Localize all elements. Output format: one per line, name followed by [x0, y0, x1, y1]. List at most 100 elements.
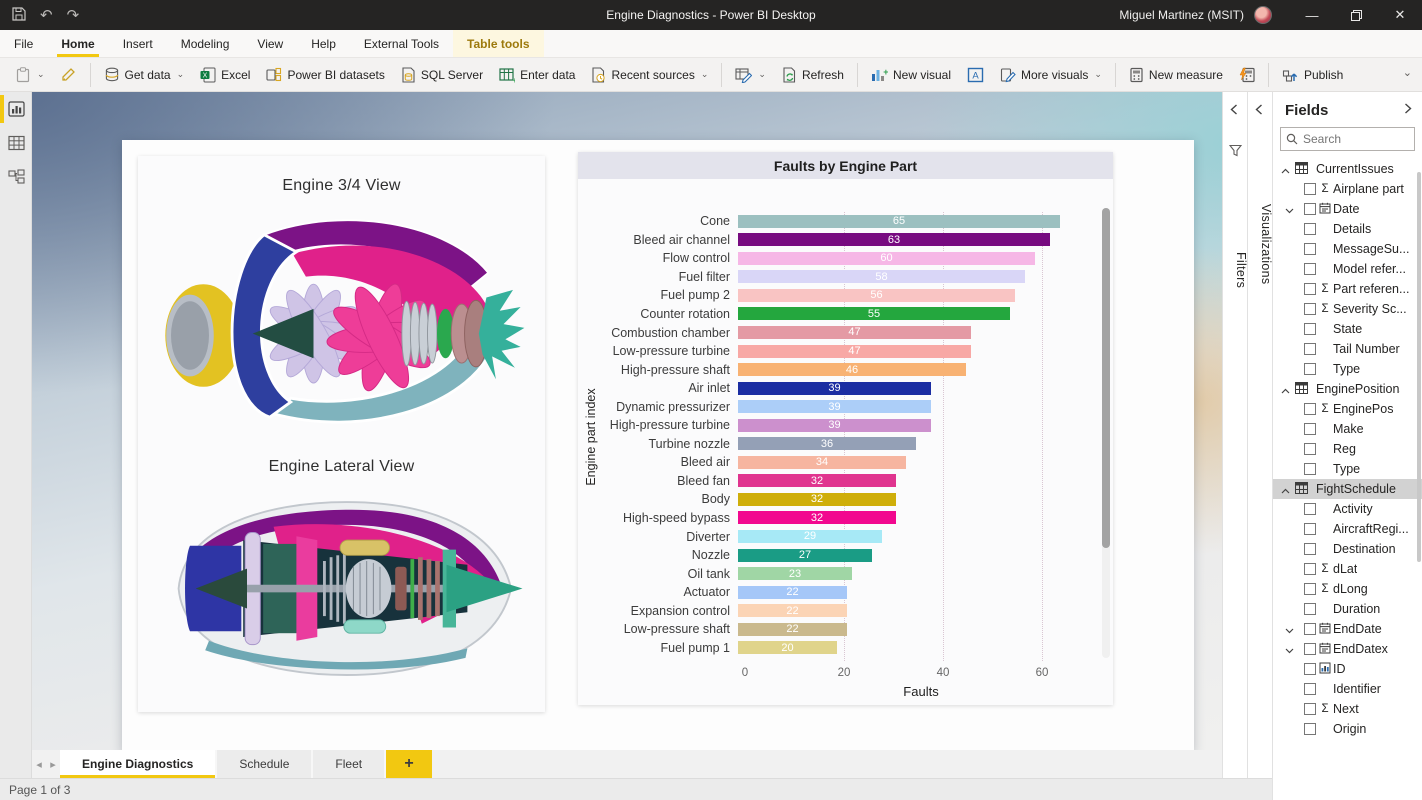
chart-bar-row[interactable]: Dynamic pressurizer39 — [578, 397, 1099, 416]
redo-icon[interactable]: ↷ — [67, 8, 80, 23]
bar[interactable]: 39 — [738, 400, 931, 413]
bar[interactable]: 27 — [738, 549, 872, 562]
chart-scrollbar-thumb[interactable] — [1102, 208, 1110, 548]
page-nav-right-arrow[interactable]: ▸ — [46, 750, 60, 778]
chart-bar-row[interactable]: Flow control60 — [578, 249, 1099, 268]
chart-bar-row[interactable]: Low-pressure turbine47 — [578, 342, 1099, 361]
close-button[interactable]: ✕ — [1378, 0, 1422, 30]
sql-server-button[interactable]: SQL Server — [393, 61, 491, 89]
chart-bar-row[interactable]: High-pressure turbine39 — [578, 416, 1099, 435]
field-checkbox[interactable] — [1304, 723, 1316, 735]
page-tab-fleet[interactable]: Fleet — [313, 750, 386, 778]
field-row-next[interactable]: ΣNext — [1273, 699, 1422, 719]
chart-bar-row[interactable]: Cone65 — [578, 212, 1099, 231]
bar[interactable]: 60 — [738, 252, 1035, 265]
ribbon-tab-view[interactable]: View — [243, 30, 297, 57]
expand-filters-chevron[interactable] — [1230, 102, 1238, 120]
field-row-type[interactable]: Type — [1273, 459, 1422, 479]
ribbon-tab-modeling[interactable]: Modeling — [167, 30, 244, 57]
bar[interactable]: 22 — [738, 623, 847, 636]
field-row-part-referen-[interactable]: ΣPart referen... — [1273, 279, 1422, 299]
bar[interactable]: 65 — [738, 215, 1060, 228]
field-row-reg[interactable]: Reg — [1273, 439, 1422, 459]
chart-bar-row[interactable]: Oil tank23 — [578, 564, 1099, 583]
field-checkbox[interactable] — [1304, 303, 1316, 315]
get-data-button[interactable]: Get data⌄ — [96, 61, 193, 89]
field-checkbox[interactable] — [1304, 243, 1316, 255]
field-checkbox[interactable] — [1304, 563, 1316, 575]
field-checkbox[interactable] — [1304, 643, 1316, 655]
page-nav-left-arrow[interactable]: ◂ — [32, 750, 46, 778]
field-checkbox[interactable] — [1304, 283, 1316, 295]
field-row-date[interactable]: Date — [1273, 199, 1422, 219]
field-checkbox[interactable] — [1304, 463, 1316, 475]
paste-dropdown-chevron[interactable]: ⌄ — [37, 69, 45, 80]
field-checkbox[interactable] — [1304, 203, 1316, 215]
field-row-enginepos[interactable]: ΣEnginePos — [1273, 399, 1422, 419]
chart-bar-row[interactable]: Diverter29 — [578, 527, 1099, 546]
field-row-make[interactable]: Make — [1273, 419, 1422, 439]
ribbon-tab-table-tools[interactable]: Table tools — [453, 30, 543, 57]
new-page-button[interactable]: + — [386, 750, 432, 778]
chart-bar-row[interactable]: Air inlet39 — [578, 379, 1099, 398]
bar[interactable]: 23 — [738, 567, 852, 580]
user-avatar[interactable] — [1254, 6, 1272, 24]
bar[interactable]: 46 — [738, 363, 966, 376]
enter-data-button[interactable]: + Enter data — [491, 61, 583, 89]
report-page[interactable]: Engine 3/4 View — [122, 140, 1194, 752]
collapse-table-chevron[interactable] — [1281, 483, 1290, 497]
paste-button[interactable]: ⌄ — [8, 61, 53, 89]
field-checkbox[interactable] — [1304, 263, 1316, 275]
field-row-destination[interactable]: Destination — [1273, 539, 1422, 559]
ribbon-tab-external-tools[interactable]: External Tools — [350, 30, 453, 57]
fields-search-box[interactable] — [1280, 127, 1415, 151]
field-checkbox[interactable] — [1304, 683, 1316, 695]
bar[interactable]: 39 — [738, 382, 931, 395]
filters-pane-collapsed[interactable]: Filters — [1222, 92, 1247, 778]
engine-views-visual[interactable]: Engine 3/4 View — [138, 156, 545, 712]
table-row-fightschedule[interactable]: FightSchedule — [1273, 479, 1422, 499]
save-icon[interactable] — [12, 7, 26, 24]
field-row-messagesu-[interactable]: MessageSu... — [1273, 239, 1422, 259]
field-row-enddatex[interactable]: EndDatex — [1273, 639, 1422, 659]
chart-bar-row[interactable]: High-pressure shaft46 — [578, 360, 1099, 379]
collapse-table-chevron[interactable] — [1281, 383, 1290, 397]
field-row-activity[interactable]: Activity — [1273, 499, 1422, 519]
chart-bar-row[interactable]: Combustion chamber47 — [578, 323, 1099, 342]
more-visuals-button[interactable]: More visuals⌄ — [992, 61, 1110, 89]
field-checkbox[interactable] — [1304, 703, 1316, 715]
new-visual-button[interactable]: + New visual — [863, 61, 959, 89]
bar[interactable]: 20 — [738, 641, 837, 654]
quick-measure-button[interactable] — [1231, 61, 1263, 89]
data-view-button[interactable] — [0, 126, 32, 160]
collapse-fields-chevron[interactable] — [1404, 101, 1412, 119]
page-tab-engine-diagnostics[interactable]: Engine Diagnostics — [60, 750, 217, 778]
visualizations-pane-collapsed[interactable]: Visualizations — [1247, 92, 1272, 778]
table-row-enginepositions[interactable]: EnginePositions — [1273, 379, 1422, 399]
signed-in-user[interactable]: Miguel Martinez (MSIT) — [1119, 8, 1244, 22]
ribbon-tab-home[interactable]: Home — [47, 30, 108, 57]
field-row-type[interactable]: Type — [1273, 359, 1422, 379]
bar[interactable]: 29 — [738, 530, 882, 543]
field-row-id[interactable]: ID — [1273, 659, 1422, 679]
field-checkbox[interactable] — [1304, 403, 1316, 415]
bar[interactable]: 36 — [738, 437, 916, 450]
excel-button[interactable]: X Excel — [192, 61, 258, 89]
bar[interactable]: 22 — [738, 604, 847, 617]
chart-bar-row[interactable]: Body32 — [578, 490, 1099, 509]
chart-bar-row[interactable]: High-speed bypass32 — [578, 509, 1099, 528]
refresh-button[interactable]: Refresh — [774, 61, 852, 89]
chart-bar-row[interactable]: Bleed fan32 — [578, 472, 1099, 491]
field-checkbox[interactable] — [1304, 543, 1316, 555]
chart-bar-row[interactable]: Turbine nozzle36 — [578, 435, 1099, 454]
expand-field-chevron[interactable] — [1285, 643, 1294, 657]
chart-bar-row[interactable]: Bleed air channel63 — [578, 231, 1099, 250]
field-checkbox[interactable] — [1304, 623, 1316, 635]
expand-field-chevron[interactable] — [1285, 203, 1294, 217]
table-row-currentissues[interactable]: CurrentIssues — [1273, 159, 1422, 179]
field-row-airplane-part[interactable]: ΣAirplane part — [1273, 179, 1422, 199]
new-measure-button[interactable]: New measure — [1121, 61, 1231, 89]
bar[interactable]: 63 — [738, 233, 1050, 246]
field-checkbox[interactable] — [1304, 343, 1316, 355]
field-row-dlat[interactable]: ΣdLat — [1273, 559, 1422, 579]
